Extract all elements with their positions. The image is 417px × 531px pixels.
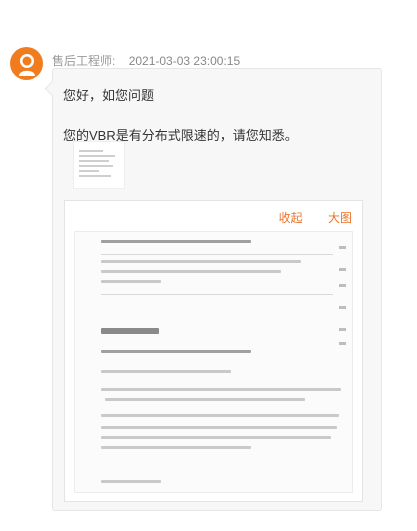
enlarge-button[interactable]: 大图 bbox=[328, 211, 352, 225]
message-timestamp: 2021-03-03 23:00:15 bbox=[128, 54, 241, 68]
message-greeting: 您好，如您问题 bbox=[63, 88, 155, 103]
attachment-thumbnail[interactable] bbox=[73, 141, 125, 189]
support-agent-icon bbox=[18, 53, 35, 76]
message-bubble: 您好，如您问题 您的VBR是有分布式限速的，请您知悉。 收起 大图 bbox=[52, 68, 382, 511]
attached-document-image bbox=[74, 231, 353, 493]
avatar bbox=[10, 47, 43, 80]
message-meta: 售后工程师: 2021-03-03 23:00:15 bbox=[52, 52, 240, 69]
sender-name: 售后工程师: bbox=[52, 54, 116, 68]
image-viewer: 收起 大图 bbox=[64, 200, 363, 502]
image-viewer-actions: 收起 大图 bbox=[257, 209, 352, 226]
collapse-button[interactable]: 收起 bbox=[279, 211, 303, 225]
